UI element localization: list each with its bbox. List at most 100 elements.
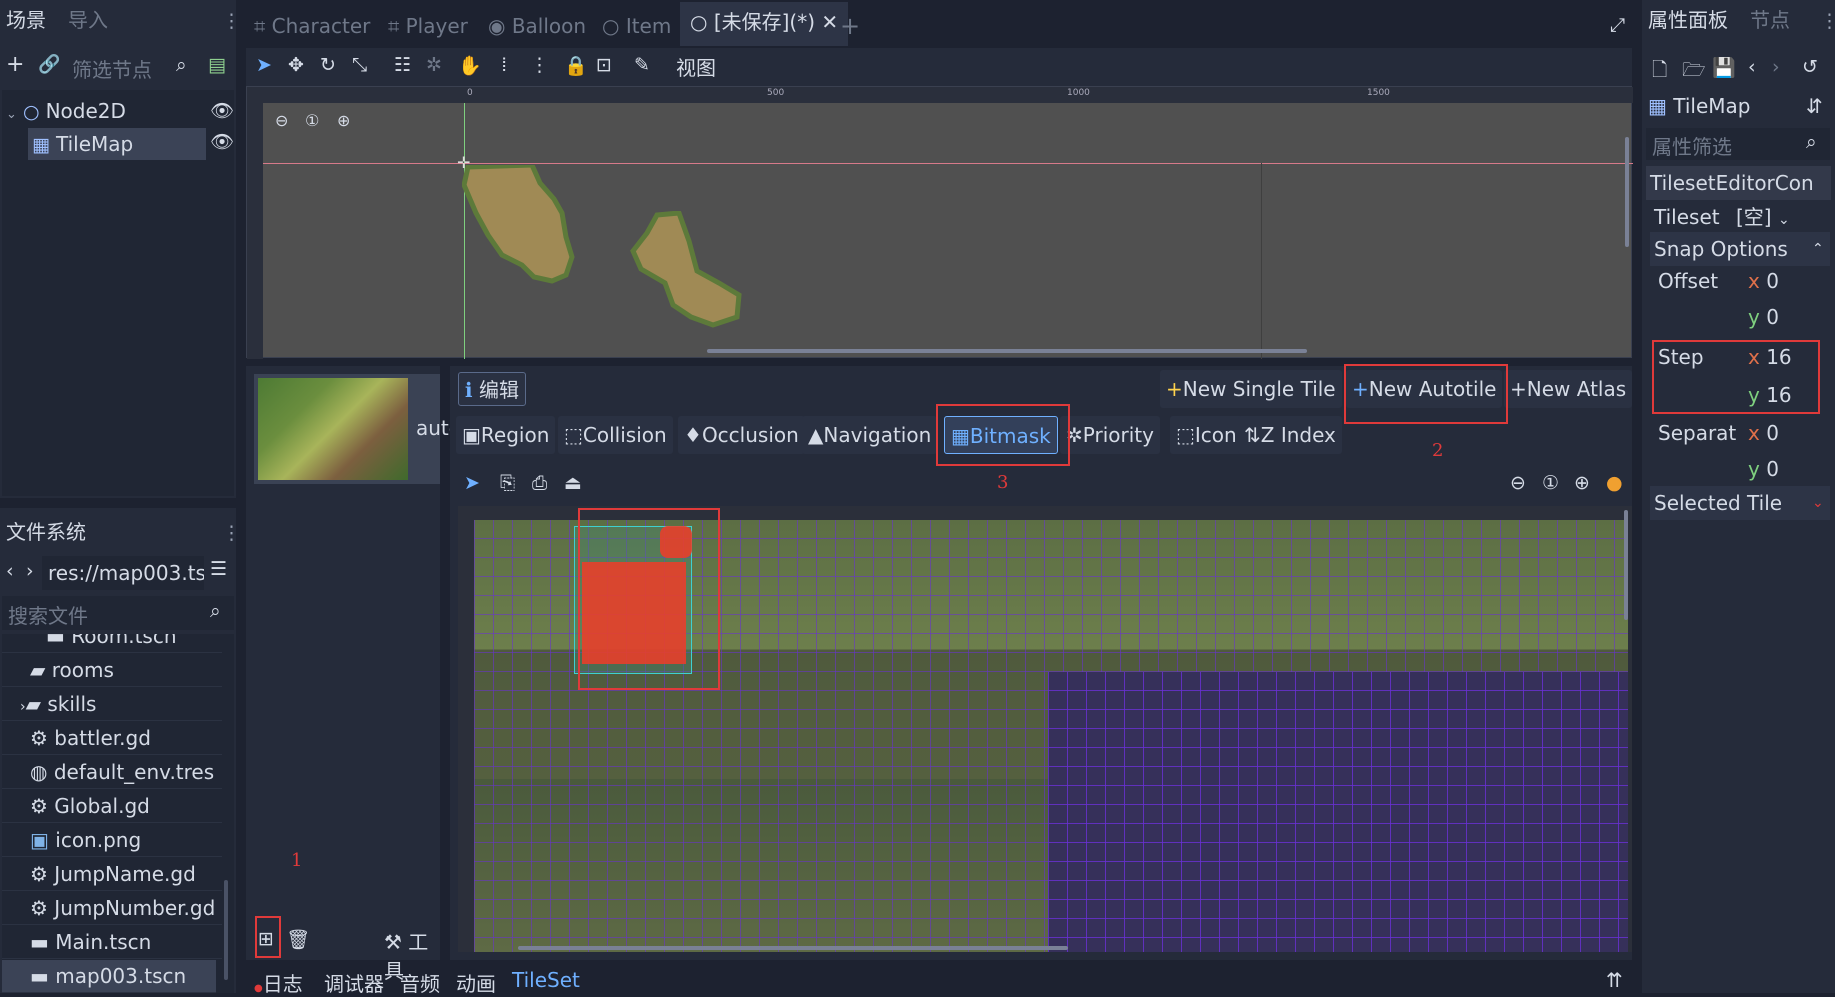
zoom-out-icon[interactable]: ⊖: [275, 111, 288, 130]
bone-icon[interactable]: ✎: [634, 54, 650, 76]
tab-inspector[interactable]: 属性面板: [1648, 0, 1728, 40]
list-view-icon[interactable]: ☰: [210, 558, 227, 580]
snap-icon[interactable]: ⦙: [502, 54, 506, 76]
tree-node-tilemap[interactable]: ▦ TileMap: [28, 128, 206, 160]
move-tool-icon[interactable]: ✥: [288, 54, 304, 76]
scrollbar-horizontal[interactable]: [518, 946, 1068, 950]
tab-item[interactable]: ○ Item: [602, 6, 671, 46]
tab-import[interactable]: 导入: [68, 0, 108, 40]
property-filter-input[interactable]: 属性筛选 ⌕: [1646, 128, 1830, 160]
visibility-icon[interactable]: 👁: [210, 130, 234, 153]
new-single-tile-button[interactable]: +New Single Tile: [1160, 370, 1342, 408]
tab-tileset[interactable]: TileSet: [512, 968, 580, 992]
zoom-reset-icon[interactable]: ①: [305, 111, 319, 130]
section-snap-options[interactable]: Snap Options ⌃: [1650, 232, 1830, 266]
paste-bitmask-icon[interactable]: ⎙: [532, 472, 547, 494]
zoom-in-icon[interactable]: ⊕: [1574, 472, 1590, 494]
add-node-icon[interactable]: +: [6, 52, 24, 77]
tab-unsaved[interactable]: ○ [未保存](*) ✕: [680, 2, 849, 46]
menu-dots-icon[interactable]: ⋮: [222, 522, 241, 544]
select-tool-icon[interactable]: ➤: [256, 54, 272, 76]
section-selected-tile[interactable]: Selected Tile ⌄: [1650, 486, 1830, 520]
viewport-2d[interactable]: 0 500 1000 1500 ⊖ ① ⊕ ✛: [246, 86, 1633, 359]
more-icon[interactable]: ⋮: [530, 54, 549, 76]
mode-icon[interactable]: ⬚Icon: [1170, 416, 1243, 454]
zoom-out-icon[interactable]: ⊖: [1510, 472, 1526, 494]
mode-navigation[interactable]: ▲Navigation: [802, 416, 938, 454]
file-item[interactable]: ⚙ JumpName.gd: [2, 858, 222, 891]
pivot-icon[interactable]: ✲: [426, 54, 442, 76]
view-menu[interactable]: 视图: [676, 52, 716, 81]
list-select-icon[interactable]: ☷: [394, 54, 411, 76]
tab-filesystem[interactable]: 文件系统: [6, 512, 86, 552]
delete-texture-button[interactable]: 🗑: [286, 928, 310, 951]
separation-y-field[interactable]: y 0: [1748, 452, 1824, 486]
tab-node[interactable]: 节点: [1750, 0, 1790, 40]
mode-priority[interactable]: ✲Priority: [1060, 416, 1160, 454]
tileset-value[interactable]: [空] ⌄: [1736, 200, 1830, 234]
save-icon[interactable]: 💾: [1712, 56, 1736, 79]
scrollbar[interactable]: [224, 880, 228, 980]
pan-tool-icon[interactable]: ✋: [458, 54, 482, 77]
scale-tool-icon[interactable]: ⤡: [352, 54, 367, 76]
rotate-tool-icon[interactable]: ↻: [320, 54, 336, 76]
select-tile-icon[interactable]: ➤: [464, 472, 480, 494]
file-item[interactable]: ▣ icon.png: [2, 824, 222, 857]
file-item[interactable]: ⚙ battler.gd: [2, 722, 222, 755]
forward-icon[interactable]: ›: [26, 560, 34, 582]
zoom-reset-icon[interactable]: ①: [1542, 472, 1559, 494]
pin-panel-icon[interactable]: ⇈: [1606, 968, 1623, 992]
scrollbar-vertical[interactable]: [1625, 137, 1629, 247]
file-item[interactable]: ⚙ Global.gd: [2, 790, 222, 823]
tab-balloon[interactable]: ◉ Balloon: [488, 6, 586, 46]
erase-bitmask-icon[interactable]: ⏏: [564, 472, 582, 494]
history-icon[interactable]: ↺: [1802, 56, 1818, 78]
folder-item[interactable]: ›▰ skills: [2, 688, 222, 721]
scene-file-icon: ▬: [30, 930, 49, 954]
link-icon[interactable]: 🔗: [38, 54, 60, 75]
file-item[interactable]: ▬ Room.tscn: [2, 634, 222, 653]
menu-dots-icon[interactable]: ⋮: [222, 10, 241, 32]
folder-item[interactable]: ▰ rooms: [2, 654, 222, 687]
file-item[interactable]: ⚙ JumpNumber.gd: [2, 892, 222, 925]
tab-character[interactable]: ⌗ Character: [254, 6, 370, 46]
tab-scene[interactable]: 场景: [6, 0, 46, 40]
tree-node-node2d[interactable]: ⌄ ○ Node2D 👁: [6, 96, 234, 126]
group-icon[interactable]: ⊡: [596, 54, 612, 76]
filter-nodes-input[interactable]: 筛选节点: [72, 54, 152, 83]
scrollbar-vertical[interactable]: [1624, 510, 1628, 620]
back-icon[interactable]: ‹: [6, 560, 14, 582]
history-forward-icon[interactable]: ›: [1772, 56, 1780, 78]
offset-y-field[interactable]: y 0: [1748, 300, 1824, 334]
mode-z-index[interactable]: ⇅Z Index: [1238, 416, 1342, 454]
mode-region[interactable]: ▣Region: [456, 416, 556, 454]
object-properties-icon[interactable]: ⇵: [1806, 90, 1823, 122]
file-search-input[interactable]: 搜索文件 ⌕: [2, 596, 234, 630]
distraction-free-icon[interactable]: ⤢: [1610, 14, 1625, 36]
menu-dots-icon[interactable]: ⋮: [1820, 10, 1835, 32]
new-resource-icon[interactable]: 🗋: [1652, 56, 1667, 88]
tab-player[interactable]: ⌗ Player: [388, 6, 468, 46]
mode-occlusion[interactable]: ♦Occlusion: [678, 416, 805, 454]
scrollbar-horizontal[interactable]: [707, 349, 1307, 353]
close-icon[interactable]: ✕: [821, 10, 838, 34]
file-item-selected[interactable]: ▬ map003.tscn: [2, 960, 216, 993]
mode-collision[interactable]: ⬚Collision: [558, 416, 673, 454]
copy-bitmask-icon[interactable]: ⎘: [500, 472, 515, 494]
zoom-in-icon[interactable]: ⊕: [337, 111, 350, 130]
offset-x-field[interactable]: x 0: [1748, 264, 1824, 298]
tab-edit[interactable]: ℹ 编辑: [458, 372, 526, 406]
visibility-icon[interactable]: 👁: [210, 96, 234, 126]
add-tab-button[interactable]: +: [840, 6, 860, 46]
history-back-icon[interactable]: ‹: [1748, 56, 1756, 78]
script-icon[interactable]: ▤: [208, 54, 226, 76]
new-atlas-button[interactable]: +New Atlas: [1504, 370, 1633, 408]
texture-item[interactable]: auto: [254, 374, 461, 484]
path-field[interactable]: res://map003.ts: [42, 556, 204, 590]
lock-icon[interactable]: 🔒: [564, 54, 588, 77]
ruler-vertical: [247, 103, 263, 359]
file-item[interactable]: ◍ default_env.tres: [2, 756, 222, 789]
file-item[interactable]: ▬ Main.tscn: [2, 926, 222, 959]
open-icon[interactable]: 🗁: [1682, 56, 1706, 88]
separation-x-field[interactable]: x 0: [1748, 416, 1824, 450]
